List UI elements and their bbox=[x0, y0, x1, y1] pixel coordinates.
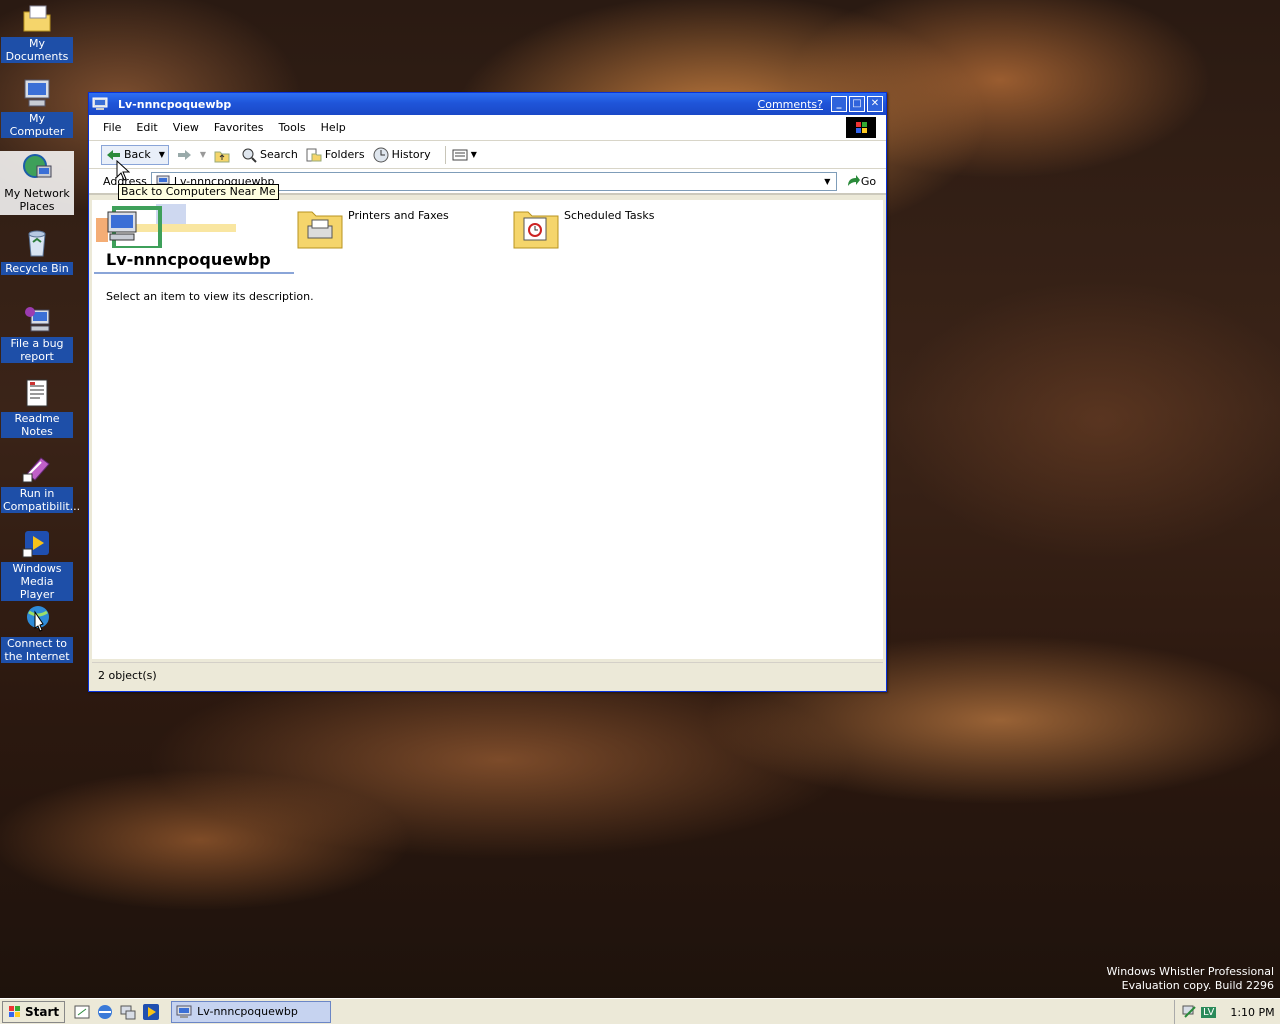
language-badge[interactable]: LV bbox=[1201, 1006, 1217, 1018]
taskbar-computer-icon bbox=[176, 1005, 192, 1019]
webview-computer-icon bbox=[96, 204, 236, 250]
printers-folder-icon bbox=[296, 206, 344, 250]
folder-documents-icon bbox=[21, 2, 53, 34]
views-button[interactable]: ▼ bbox=[452, 147, 477, 163]
history-icon bbox=[373, 147, 389, 163]
desktop-icon-run-in-compatibility[interactable]: Run in Compatibilit... bbox=[0, 452, 80, 513]
folder-content: Lv-nnncpoquewbp Select an item to view i… bbox=[92, 200, 883, 659]
desktop-icon-file-a-bug-report[interactable]: File a bug report bbox=[0, 302, 74, 363]
start-windows-icon bbox=[8, 1005, 22, 1019]
window-title: Lv-nnncpoquewbp bbox=[118, 97, 232, 111]
taskbar: Start Lv-nnncpoquewbp LV 1:10 PM bbox=[0, 998, 1280, 1024]
back-button[interactable]: Back ▼ bbox=[101, 144, 169, 165]
folders-button[interactable]: Folders bbox=[306, 147, 365, 163]
desktop-icon-my-network-places[interactable]: My Network Places bbox=[0, 151, 74, 215]
window-titlebar[interactable]: Lv-nnncpoquewbp Comments? _ □ ✕ bbox=[89, 93, 886, 115]
menu-view[interactable]: View bbox=[173, 121, 199, 134]
desktop-icon-windows-media-player[interactable]: Windows Media Player bbox=[0, 527, 74, 601]
forward-dropdown-icon[interactable]: ▼ bbox=[200, 150, 206, 159]
internet-explorer-icon[interactable] bbox=[96, 1003, 114, 1021]
desktop-icon-recycle-bin[interactable]: Recycle Bin bbox=[0, 227, 74, 275]
clock: 1:10 PM bbox=[1230, 1005, 1275, 1019]
views-dropdown-icon: ▼ bbox=[470, 150, 477, 159]
quick-launch bbox=[73, 1003, 165, 1021]
computer-icon bbox=[21, 77, 53, 109]
recycle-bin-icon bbox=[21, 227, 53, 259]
status-bar: 2 object(s) bbox=[92, 662, 883, 688]
forward-button[interactable]: ▼ bbox=[177, 147, 206, 163]
search-icon bbox=[241, 147, 257, 163]
window-computer-icon bbox=[92, 97, 108, 111]
system-tray: LV 1:10 PM bbox=[1174, 1000, 1280, 1024]
close-button[interactable]: ✕ bbox=[867, 96, 883, 112]
desktop-icon-my-computer[interactable]: My Computer bbox=[0, 77, 74, 138]
standard-toolbar: Back ▼ ▼ Search Folders History ▼ bbox=[89, 141, 886, 169]
network-icon[interactable] bbox=[119, 1003, 137, 1021]
toolbar-separator bbox=[444, 145, 446, 164]
minimize-button[interactable]: _ bbox=[831, 96, 847, 112]
go-button[interactable]: Go bbox=[845, 173, 876, 189]
menu-file[interactable]: File bbox=[103, 121, 121, 134]
compatibility-icon bbox=[21, 452, 53, 484]
connect-internet-icon bbox=[21, 602, 53, 634]
status-object-count: 2 object(s) bbox=[98, 669, 157, 682]
bug-report-icon bbox=[21, 302, 53, 334]
webview-title-underline bbox=[94, 272, 294, 274]
back-tooltip: Back to Computers Near Me bbox=[118, 184, 279, 200]
webview-title: Lv-nnncpoquewbp bbox=[106, 250, 271, 269]
webview-description: Select an item to view its description. bbox=[106, 290, 314, 303]
go-arrow-icon bbox=[845, 173, 861, 189]
media-player-icon bbox=[21, 527, 53, 559]
show-desktop-icon[interactable] bbox=[73, 1003, 91, 1021]
menu-edit[interactable]: Edit bbox=[136, 121, 157, 134]
desktop-icon-readme-notes[interactable]: Readme Notes bbox=[0, 377, 74, 438]
up-folder-button[interactable] bbox=[214, 147, 233, 163]
back-dropdown-icon[interactable]: ▼ bbox=[159, 150, 165, 159]
start-button[interactable]: Start bbox=[2, 1000, 66, 1023]
desktop-icon-connect-to-internet[interactable]: Connect to the Internet bbox=[0, 602, 74, 663]
forward-arrow-icon bbox=[177, 147, 193, 163]
build-watermark: Windows Whistler Professional Evaluation… bbox=[1106, 965, 1275, 992]
search-button[interactable]: Search bbox=[241, 147, 298, 163]
media-player-quicklaunch-icon[interactable] bbox=[142, 1003, 160, 1021]
maximize-button[interactable]: □ bbox=[849, 96, 865, 112]
up-folder-icon bbox=[214, 147, 230, 163]
comments-link[interactable]: Comments? bbox=[740, 98, 823, 111]
desktop-icon-my-documents[interactable]: My Documents bbox=[0, 2, 74, 63]
item-printers-and-faxes[interactable]: Printers and Faxes bbox=[296, 206, 449, 250]
menu-tools[interactable]: Tools bbox=[279, 121, 306, 134]
windows-logo-icon bbox=[846, 117, 876, 138]
taskbar-window-button[interactable]: Lv-nnncpoquewbp bbox=[171, 1000, 332, 1023]
views-icon bbox=[452, 147, 468, 163]
address-dropdown-icon[interactable]: ▼ bbox=[818, 172, 836, 190]
scheduled-tasks-folder-icon bbox=[512, 206, 560, 250]
readme-notes-icon bbox=[21, 377, 53, 409]
item-scheduled-tasks[interactable]: Scheduled Tasks bbox=[512, 206, 655, 250]
network-tray-icon[interactable] bbox=[1181, 1003, 1199, 1021]
menu-bar: File Edit View Favorites Tools Help bbox=[89, 115, 886, 141]
explorer-window: Lv-nnncpoquewbp Comments? _ □ ✕ File Edi… bbox=[88, 92, 887, 692]
history-button[interactable]: History bbox=[373, 147, 431, 163]
mouse-cursor-icon bbox=[116, 159, 131, 182]
network-places-icon bbox=[21, 152, 53, 184]
menu-favorites[interactable]: Favorites bbox=[214, 121, 264, 134]
folders-icon bbox=[306, 147, 322, 163]
menu-help[interactable]: Help bbox=[321, 121, 346, 134]
